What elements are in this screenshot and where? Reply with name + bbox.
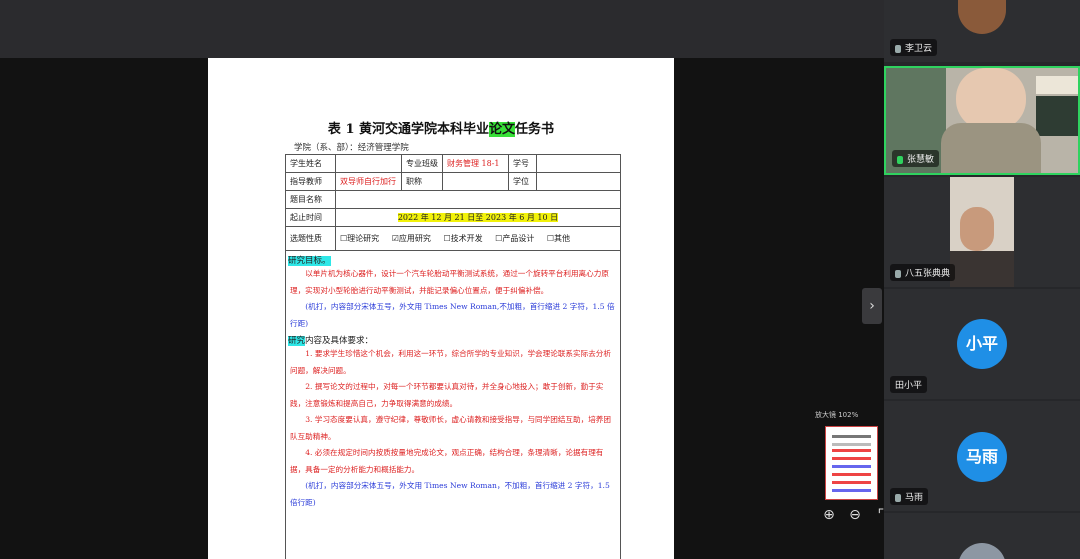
- participant-name-tag: 李卫云: [890, 39, 938, 56]
- participant-tile[interactable]: 李卫云: [884, 0, 1080, 62]
- section1-note: (机打，内容部分宋体五号，外文用 Times New Roman,不加粗，首行缩…: [290, 302, 615, 328]
- period-label: 起止时间: [285, 208, 336, 227]
- top-toolbar: [0, 0, 884, 58]
- task-info-table: 学生姓名 专业班级 财务管理 18-1 学号 指导教师 双导师自行加行 职称 学…: [285, 154, 621, 251]
- participant-tile[interactable]: 八五张典典: [884, 177, 1080, 287]
- zoom-level-label: 放大镜 102%: [815, 411, 859, 419]
- mic-icon: [895, 44, 901, 53]
- requirement-item: 4. 必须在规定时间内按质按量地完成论文，观点正确，结构合理，条理清晰，论据有理…: [290, 448, 604, 474]
- title-suffix: 任务书: [515, 122, 555, 137]
- participant-video: [950, 177, 1014, 287]
- title-rank-value: [442, 172, 509, 191]
- advisor-label: 指导教师: [285, 172, 336, 191]
- topic-type-applied: ☑应用研究: [391, 234, 431, 243]
- content-section: 研究目标。 以单片机为核心器件，设计一个汽车轮胎动平衡测试系统，通过一个旋转平台…: [285, 250, 621, 559]
- mic-icon: [895, 269, 901, 278]
- zoom-out-icon[interactable]: ⊖: [842, 507, 868, 523]
- participant-tile[interactable]: [884, 513, 1080, 559]
- student-name-value: [335, 154, 402, 173]
- participant-name-tag: 田小平: [890, 376, 928, 393]
- topic-type-tech: ☐技术开发: [443, 234, 483, 243]
- title-highlight: 论文: [489, 122, 516, 137]
- zoom-in-icon[interactable]: ⊕: [816, 507, 842, 523]
- participant-name-tag: 马雨: [890, 488, 929, 505]
- topic-type-other: ☐其他: [546, 234, 571, 243]
- document-title: 表 1 黄河交通学院本科毕业论文任务书: [208, 118, 674, 137]
- topic-label: 题目名称: [285, 190, 336, 209]
- zoom-controls: ⊕ ⊖ ⌜: [816, 507, 894, 523]
- participant-tile-active[interactable]: 张慧敏: [884, 66, 1080, 175]
- period-cell: 2022 年 12 月 21 日至 2023 年 6 月 10 日: [335, 208, 621, 227]
- page-thumbnail[interactable]: [825, 426, 878, 500]
- participant-name-tag: 八五张典典: [890, 264, 956, 281]
- mic-icon: [897, 155, 903, 164]
- participant-video: [958, 543, 1006, 559]
- requirement-item: 3. 学习态度要认真，遵守纪律，尊敬师长，虚心请教和接受指导，与同学团结互助，培…: [290, 415, 611, 441]
- title-prefix: 表 1 黄河交通学院本科毕业: [327, 122, 490, 137]
- period-value: 2022 年 12 月 21 日至 2023 年 6 月 10 日: [397, 213, 559, 222]
- topic-type-options: ☐理论研究 ☑应用研究 ☐技术开发 ☐产品设计 ☐其他: [335, 226, 621, 251]
- topic-type-product: ☐产品设计: [495, 234, 535, 243]
- requirement-item: 1. 要求学生珍惜这个机会，利用这一环节，综合所学的专业知识，学会理论联系实际去…: [290, 349, 611, 375]
- major-class-value: 财务管理 18-1: [442, 154, 509, 173]
- participant-tile[interactable]: 小平 田小平: [884, 289, 1080, 399]
- student-name-label: 学生姓名: [285, 154, 336, 173]
- topic-type-theory: ☐理论研究: [340, 234, 380, 243]
- student-id-label: 学号: [508, 154, 537, 173]
- participant-tile[interactable]: 马雨 马雨: [884, 401, 1080, 511]
- collapse-sidebar-button[interactable]: ›: [862, 288, 882, 324]
- degree-label: 学位: [508, 172, 537, 191]
- topic-type-label: 选题性质: [285, 226, 336, 251]
- requirement-item: 2. 撰写论文的过程中，对每一个环节都要认真对待，并全身心地投入；敢于创新，勤于…: [290, 382, 604, 408]
- topic-value: [335, 190, 621, 209]
- section1-paragraph: 以单片机为核心器件，设计一个汽车轮胎动平衡测试系统，通过一个旋转平台利用离心力原…: [290, 269, 609, 295]
- major-class-label: 专业班级: [401, 154, 443, 173]
- advisor-value: 双导师自行加行: [335, 172, 402, 191]
- participant-name-tag: 张慧敏: [892, 150, 940, 167]
- section2-heading: 研究内容及具体要求：: [288, 336, 374, 346]
- participant-video: [958, 0, 1006, 34]
- student-id-value: [536, 154, 621, 173]
- section1-heading: 研究目标。: [288, 256, 331, 266]
- mic-icon: [895, 493, 901, 502]
- avatar: 马雨: [957, 432, 1007, 482]
- title-rank-label: 职称: [401, 172, 443, 191]
- college-line: 学院（系、部）：经济管理学院: [294, 143, 409, 153]
- document-page: 表 1 黄河交通学院本科毕业论文任务书 学院（系、部）：经济管理学院 学生姓名 …: [208, 58, 674, 559]
- avatar: 小平: [957, 319, 1007, 369]
- section2-note: (机打，内容部分宋体五号，外文用 Times New Roman，不加粗，首行缩…: [290, 481, 610, 507]
- degree-value: [536, 172, 621, 191]
